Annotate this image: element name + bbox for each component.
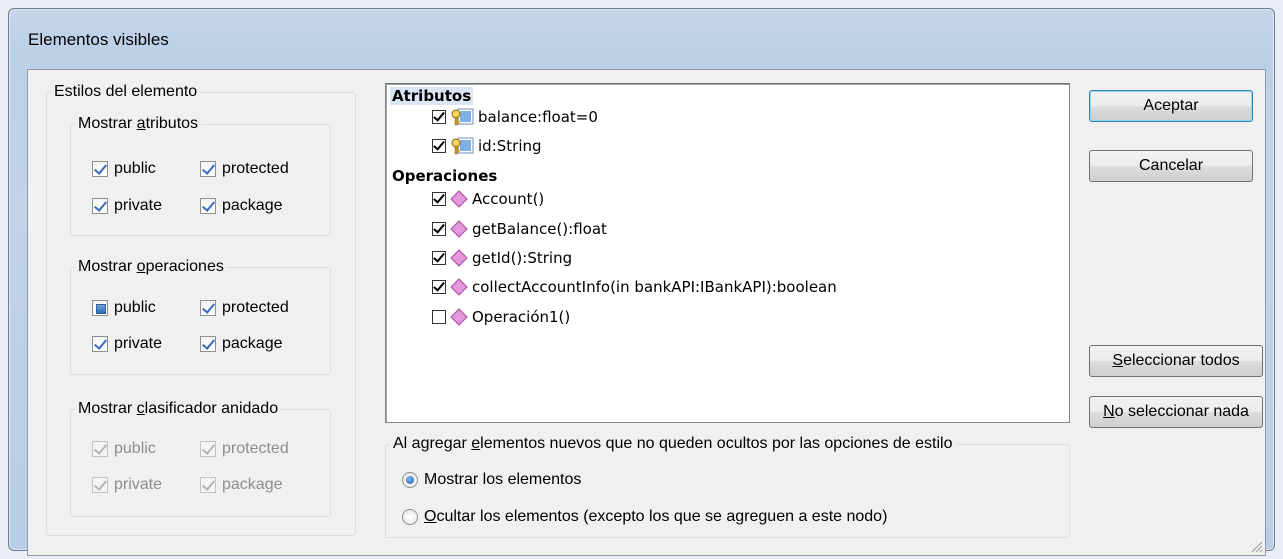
checkbox-checked-icon [92, 336, 108, 352]
tree-checkbox-checked-icon[interactable] [432, 139, 446, 153]
tree-row-attribute[interactable]: id:String [432, 137, 542, 155]
tree-checkbox-checked-icon[interactable] [432, 110, 446, 124]
show-operations-legend: Mostrar operaciones [78, 258, 224, 275]
operations-public-checkbox[interactable]: public [92, 299, 156, 317]
operation-diamond-icon [450, 308, 468, 326]
checkbox-checked-icon [92, 441, 108, 457]
checkbox-checked-icon [200, 477, 216, 493]
dialog-client-area: Estilos del elemento Mostrar atributos p… [27, 69, 1266, 556]
operation-label: getId():String [472, 249, 573, 267]
tree-checkbox-checked-icon[interactable] [432, 280, 446, 294]
checkbox-checked-icon [200, 300, 216, 316]
operation-label: Account() [472, 190, 545, 208]
tree-checkbox-checked-icon[interactable] [432, 222, 446, 236]
tree-checkbox-unchecked-icon[interactable] [432, 310, 446, 324]
tree-row-attribute[interactable]: balance:float=0 [432, 108, 598, 126]
checkbox-indeterminate-icon [92, 300, 108, 316]
operation-diamond-icon [450, 190, 468, 208]
operations-protected-checkbox[interactable]: protected [200, 299, 289, 317]
select-all-button[interactable]: Seleccionar todos [1089, 345, 1263, 377]
attribute-key-icon [451, 137, 474, 155]
tree-checkbox-checked-icon[interactable] [432, 251, 446, 265]
operations-package-checkbox[interactable]: package [200, 335, 283, 353]
nested-public-checkbox[interactable]: public [92, 440, 156, 458]
nested-package-checkbox[interactable]: package [200, 476, 283, 494]
dialog-title: Elementos visibles [28, 30, 169, 49]
visible-elements-tree[interactable]: Atributos balance:float=0 id:String Oper… [385, 83, 1070, 423]
checkbox-checked-icon [92, 198, 108, 214]
operations-header[interactable]: Operaciones [390, 167, 499, 185]
dialog-window: Elementos visibles Estilos del elemento … [8, 8, 1275, 556]
accept-button[interactable]: Aceptar [1089, 90, 1253, 122]
operation-diamond-icon [450, 249, 468, 267]
attribute-label: id:String [478, 137, 542, 155]
checkbox-checked-icon [92, 477, 108, 493]
tree-row-operation[interactable]: collectAccountInfo(in bankAPI:IBankAPI):… [432, 278, 837, 296]
operation-diamond-icon [450, 278, 468, 296]
attributes-package-checkbox[interactable]: package [200, 197, 283, 215]
show-nested-classifier-group: Mostrar clasificador anidado [70, 400, 331, 517]
operations-private-checkbox[interactable]: private [92, 335, 162, 353]
attribute-key-icon [451, 108, 474, 126]
checkbox-checked-icon [200, 336, 216, 352]
operation-label: collectAccountInfo(in bankAPI:IBankAPI):… [472, 278, 837, 296]
nested-protected-checkbox[interactable]: protected [200, 440, 289, 458]
checkbox-checked-icon [92, 161, 108, 177]
tree-row-operation[interactable]: Operación1() [432, 308, 570, 326]
new-elements-legend: Al agregar elementos nuevos que no quede… [393, 435, 953, 452]
cancel-button[interactable]: Cancelar [1089, 150, 1253, 182]
attributes-protected-checkbox[interactable]: protected [200, 160, 289, 178]
resize-grip-icon[interactable] [1249, 539, 1263, 553]
checkbox-checked-icon [200, 441, 216, 457]
nested-private-checkbox[interactable]: private [92, 476, 162, 494]
operation-diamond-icon [450, 220, 468, 238]
checkbox-checked-icon [200, 161, 216, 177]
tree-row-operation[interactable]: Account() [432, 190, 544, 208]
tree-row-operation[interactable]: getId():String [432, 249, 572, 267]
operation-label: getBalance():float [472, 220, 607, 238]
attributes-header[interactable]: Atributos [390, 87, 474, 105]
element-styles-legend: Estilos del elemento [54, 83, 198, 100]
tree-checkbox-checked-icon[interactable] [432, 192, 446, 206]
show-elements-radio[interactable]: Mostrar los elementos [402, 471, 581, 489]
checkbox-checked-icon [200, 198, 216, 214]
attributes-public-checkbox[interactable]: public [92, 160, 156, 178]
show-nested-classifier-legend: Mostrar clasificador anidado [78, 400, 279, 417]
radio-selected-icon [402, 472, 418, 488]
tree-row-operation[interactable]: getBalance():float [432, 220, 607, 238]
attributes-private-checkbox[interactable]: private [92, 197, 162, 215]
show-attributes-legend: Mostrar atributos [78, 115, 199, 132]
radio-unselected-icon [402, 509, 418, 525]
attribute-label: balance:float=0 [478, 108, 598, 126]
hide-elements-radio[interactable]: Ocultar los elementos (excepto los que s… [402, 508, 887, 526]
operation-label: Operación1() [472, 308, 571, 326]
select-none-button[interactable]: No seleccionar nada [1089, 396, 1263, 428]
